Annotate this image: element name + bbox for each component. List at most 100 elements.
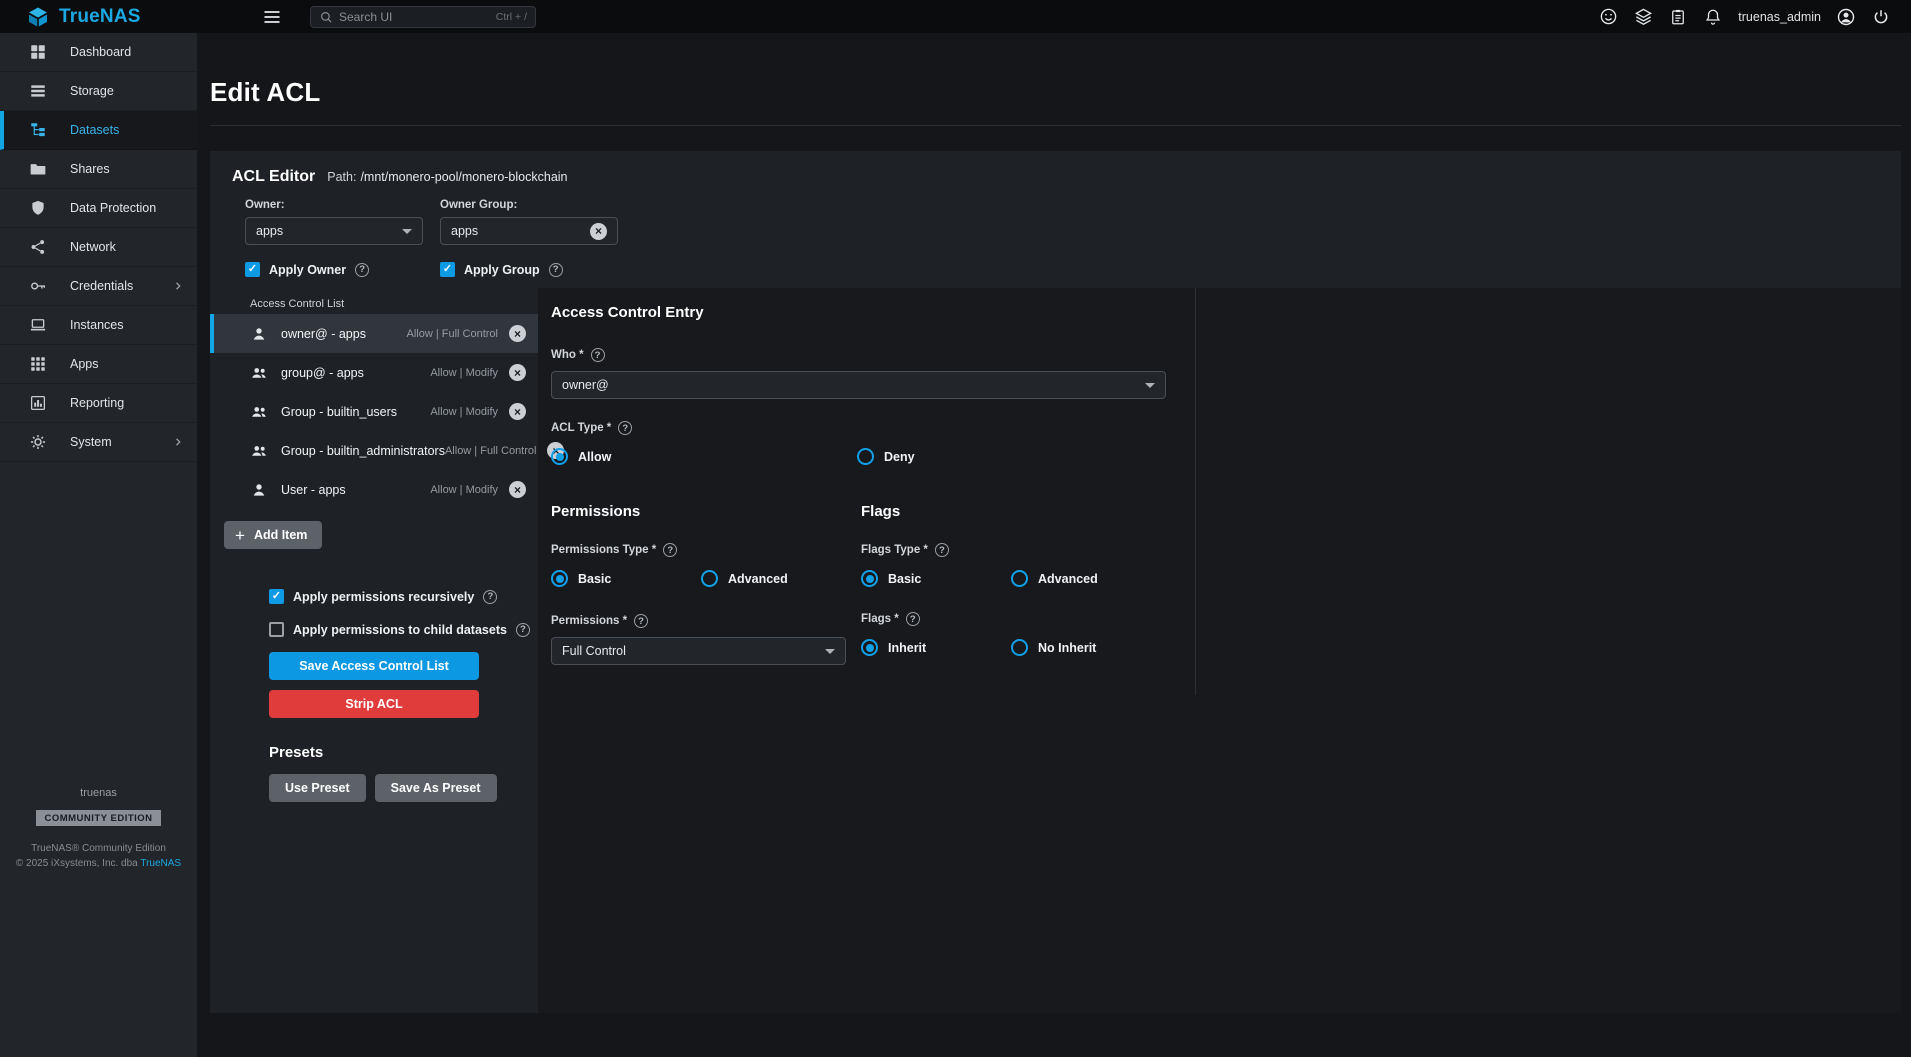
acl-entry-row[interactable]: User - apps Allow | Modify ×: [210, 470, 538, 509]
permissions-heading: Permissions: [551, 503, 861, 520]
acl-type-allow-option[interactable]: Allow: [551, 448, 857, 465]
sidebar-footer: truenas COMMUNITY EDITION TrueNAS® Commu…: [0, 787, 197, 869]
acl-entry-perm: Allow | Modify: [430, 406, 498, 418]
flags-label-row: Flags * ?: [861, 612, 1171, 626]
recursive-checkbox-row: ✓ Apply permissions recursively ?: [269, 589, 497, 604]
acl-entry-row[interactable]: owner@ - apps Allow | Full Control ×: [210, 314, 538, 353]
strip-acl-button[interactable]: Strip ACL: [269, 690, 479, 718]
ace-panel-wrap: Access Control Entry Who * ? owner@ ACL …: [538, 288, 1901, 1013]
sidebar-item-credentials[interactable]: Credentials: [0, 267, 197, 306]
apply-group-checkbox[interactable]: ✓: [440, 262, 455, 277]
acl-card: ACL Editor Path:/mnt/monero-pool/monero-…: [210, 151, 1901, 1013]
feedback-smiley-icon[interactable]: [1598, 7, 1618, 27]
acl-type-deny-option[interactable]: Deny: [857, 448, 915, 465]
acl-entry-name: Group - builtin_administrators: [281, 444, 445, 458]
remove-entry-icon[interactable]: ×: [509, 481, 526, 498]
owner-group-label: Owner Group:: [440, 199, 618, 211]
sidebar-item-datasets[interactable]: Datasets: [0, 111, 197, 150]
help-icon[interactable]: ?: [935, 543, 949, 557]
copyright-line: © 2025 iXsystems, Inc. dba TrueNAS: [16, 858, 181, 869]
permissions-value: Full Control: [562, 644, 626, 658]
permissions-select[interactable]: Full Control: [551, 637, 846, 665]
group-icon: [250, 442, 268, 460]
sidebar-item-label: System: [70, 435, 112, 449]
sidebar-item-system[interactable]: System: [0, 423, 197, 462]
path-value: /mnt/monero-pool/monero-blockchain: [360, 170, 567, 184]
save-acl-button[interactable]: Save Access Control List: [269, 652, 479, 680]
flags-radio-group: Inherit No Inherit: [861, 639, 1171, 656]
sidebar-item-shares[interactable]: Shares: [0, 150, 197, 189]
sidebar-item-network[interactable]: Network: [0, 228, 197, 267]
flags-type-advanced-label: Advanced: [1038, 572, 1098, 586]
sidebar: Dashboard Storage Datasets Shares Data P…: [0, 33, 197, 1057]
help-icon[interactable]: ?: [906, 612, 920, 626]
owner-group-value: apps: [451, 224, 478, 238]
child-datasets-checkbox[interactable]: [269, 622, 284, 637]
key-icon: [29, 277, 47, 295]
acl-entry-row[interactable]: Group - builtin_users Allow | Modify ×: [210, 392, 538, 431]
edition-badge[interactable]: COMMUNITY EDITION: [36, 810, 160, 826]
use-preset-button[interactable]: Use Preset: [269, 774, 366, 802]
sidebar-item-label: Shares: [70, 162, 110, 176]
instances-laptop-icon: [29, 316, 47, 334]
sidebar-item-label: Instances: [70, 318, 124, 332]
acl-entry-perm: Allow | Modify: [430, 484, 498, 496]
remove-entry-icon[interactable]: ×: [509, 403, 526, 420]
flags-inherit-option[interactable]: Inherit: [861, 639, 1011, 656]
jobs-clipboard-icon[interactable]: [1668, 7, 1688, 27]
sidebar-item-data-protection[interactable]: Data Protection: [0, 189, 197, 228]
who-label: Who *: [551, 349, 584, 361]
child-datasets-checkbox-row: Apply permissions to child datasets ?: [269, 622, 530, 637]
who-label-row: Who * ?: [551, 348, 1171, 362]
who-select[interactable]: owner@: [551, 371, 1166, 399]
owner-select[interactable]: apps: [245, 217, 423, 245]
sidebar-nav: Dashboard Storage Datasets Shares Data P…: [0, 33, 197, 462]
sidebar-item-storage[interactable]: Storage: [0, 72, 197, 111]
help-icon[interactable]: ?: [634, 614, 648, 628]
flags-no-inherit-option[interactable]: No Inherit: [1011, 639, 1096, 656]
topbar-actions: truenas_admin: [1598, 7, 1911, 27]
search-input[interactable]: [339, 10, 490, 24]
help-icon[interactable]: ?: [516, 623, 530, 637]
radio-icon: [551, 570, 568, 587]
logged-in-username[interactable]: truenas_admin: [1738, 10, 1821, 24]
checkin-layers-icon[interactable]: [1633, 7, 1653, 27]
copyright-brand-link[interactable]: TrueNAS: [140, 858, 181, 869]
remove-entry-icon[interactable]: ×: [509, 364, 526, 381]
radio-icon: [857, 448, 874, 465]
alerts-bell-icon[interactable]: [1703, 7, 1723, 27]
radio-icon: [1011, 639, 1028, 656]
acl-entry-row[interactable]: group@ - apps Allow | Modify ×: [210, 353, 538, 392]
help-icon[interactable]: ?: [549, 263, 563, 277]
radio-icon: [861, 570, 878, 587]
flags-type-basic-option[interactable]: Basic: [861, 570, 1011, 587]
truenas-logo[interactable]: TrueNAS: [0, 5, 197, 29]
power-icon[interactable]: [1871, 7, 1891, 27]
help-icon[interactable]: ?: [618, 421, 632, 435]
sidebar-item-dashboard[interactable]: Dashboard: [0, 33, 197, 72]
topbar: TrueNAS Ctrl + / truenas_admin: [0, 0, 1911, 33]
menu-toggle-icon[interactable]: [261, 6, 283, 28]
flags-type-advanced-option[interactable]: Advanced: [1011, 570, 1098, 587]
global-search: Ctrl + /: [310, 6, 536, 28]
sidebar-item-instances[interactable]: Instances: [0, 306, 197, 345]
apply-group-label: Apply Group: [464, 263, 540, 277]
sidebar-item-apps[interactable]: Apps: [0, 345, 197, 384]
save-as-preset-button[interactable]: Save As Preset: [375, 774, 497, 802]
help-icon[interactable]: ?: [355, 263, 369, 277]
user-avatar-icon[interactable]: [1836, 7, 1856, 27]
add-item-button[interactable]: + Add Item: [224, 521, 322, 549]
owner-group-input[interactable]: apps ×: [440, 217, 618, 245]
sidebar-item-reporting[interactable]: Reporting: [0, 384, 197, 423]
recursive-checkbox[interactable]: ✓: [269, 589, 284, 604]
help-icon[interactable]: ?: [591, 348, 605, 362]
help-icon[interactable]: ?: [483, 590, 497, 604]
permissions-type-advanced-option[interactable]: Advanced: [701, 570, 788, 587]
permissions-type-basic-option[interactable]: Basic: [551, 570, 701, 587]
remove-entry-icon[interactable]: ×: [509, 325, 526, 342]
apply-owner-checkbox[interactable]: ✓: [245, 262, 260, 277]
clear-icon[interactable]: ×: [590, 223, 607, 240]
chevron-down-icon: [825, 649, 835, 654]
help-icon[interactable]: ?: [663, 543, 677, 557]
acl-entry-row[interactable]: Group - builtin_administrators Allow | F…: [210, 431, 538, 470]
